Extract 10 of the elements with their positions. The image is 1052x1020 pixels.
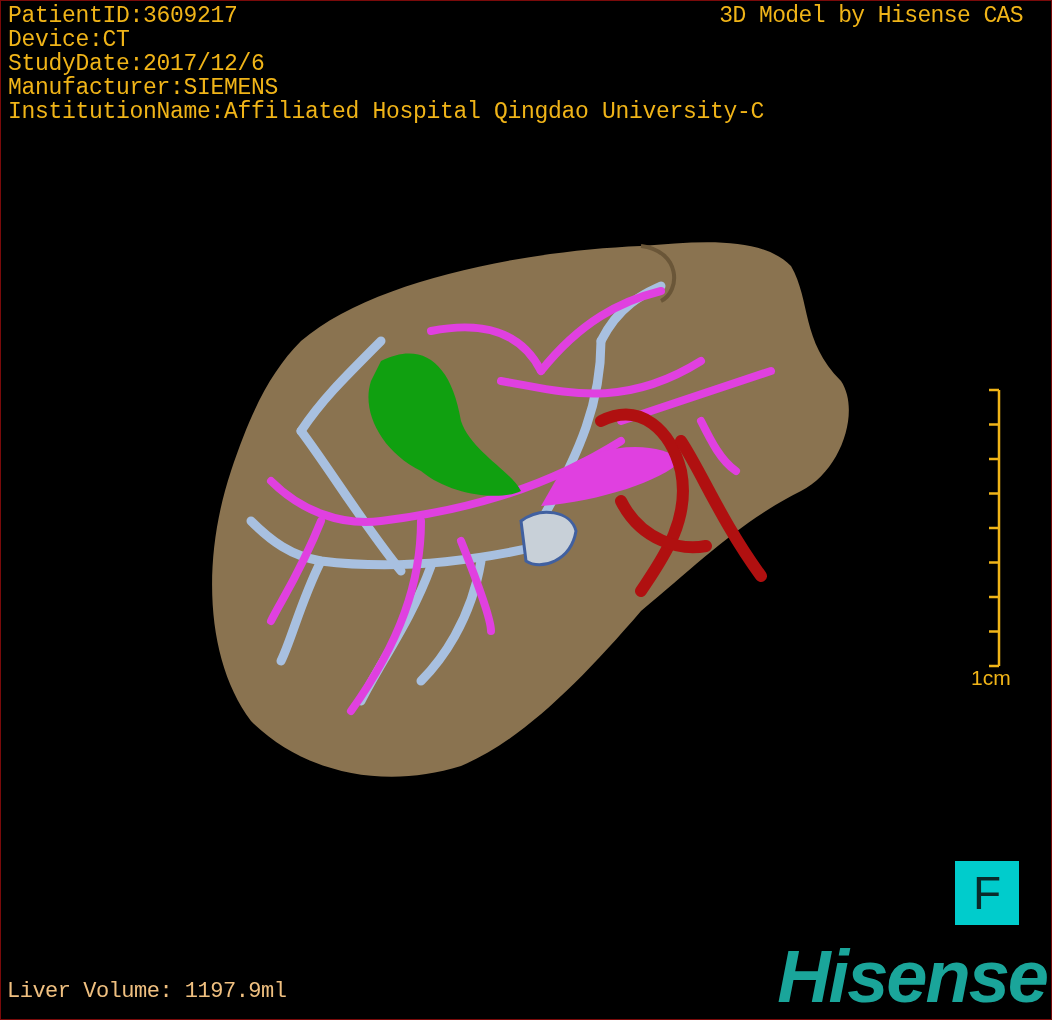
- liver-volume-text: Liver Volume: 1197.9ml: [7, 979, 287, 1005]
- study-info-line: Device:CT: [8, 28, 130, 52]
- scale-label: 1cm: [971, 666, 1011, 690]
- orientation-marker: F: [955, 861, 1019, 925]
- study-info-line: PatientID:3609217: [8, 4, 238, 28]
- study-info-line: InstitutionName:Affiliated Hospital Qingdao University-C: [8, 100, 765, 124]
- brand-logo: Hisense: [777, 937, 1047, 1017]
- model-credit: 3D Model by Hisense CAS: [719, 4, 1023, 28]
- study-info-line: Manufacturer:SIEMENS: [8, 76, 279, 100]
- study-info-line: StudyDate:2017/12/6: [8, 52, 265, 76]
